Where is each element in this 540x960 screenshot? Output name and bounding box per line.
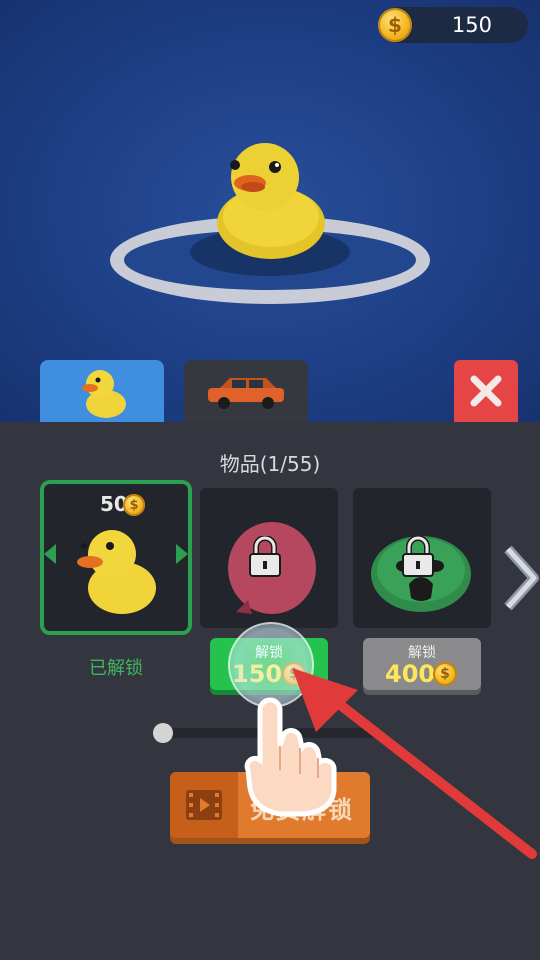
unlock-label: 解锁 [408, 645, 436, 661]
panel-title: 物品(1/55) [219, 452, 321, 476]
car-tab-icon [208, 378, 284, 409]
page-scroll-knob[interactable] [153, 723, 173, 743]
duck-tab-icon [82, 370, 126, 418]
left-selection-arrow-icon [44, 544, 56, 564]
item-card-pink[interactable] [200, 488, 338, 628]
lock-icon [249, 536, 281, 577]
close-icon [470, 375, 502, 407]
coin-counter: $ 150 [378, 7, 528, 43]
coin-amount: 150 [451, 13, 492, 37]
unlocked-status: 已解锁 [89, 658, 143, 679]
preview-scene: $ 150 [0, 0, 540, 422]
video-ad-icon-box [170, 772, 238, 838]
tab-duck[interactable] [40, 360, 164, 422]
duck-item-icon [77, 530, 156, 614]
duck-preview-model [217, 143, 325, 259]
lock-icon [402, 536, 434, 577]
coin-icon: $ [378, 8, 412, 42]
tutorial-hand-icon [244, 697, 337, 817]
right-selection-arrow-icon [176, 544, 188, 564]
video-film-icon [186, 790, 222, 820]
coin-icon: $ [123, 494, 145, 516]
item-card-green[interactable] [353, 488, 491, 628]
close-button[interactable] [454, 360, 518, 422]
next-page-arrow-icon[interactable] [500, 545, 540, 611]
tab-car[interactable] [184, 360, 308, 422]
